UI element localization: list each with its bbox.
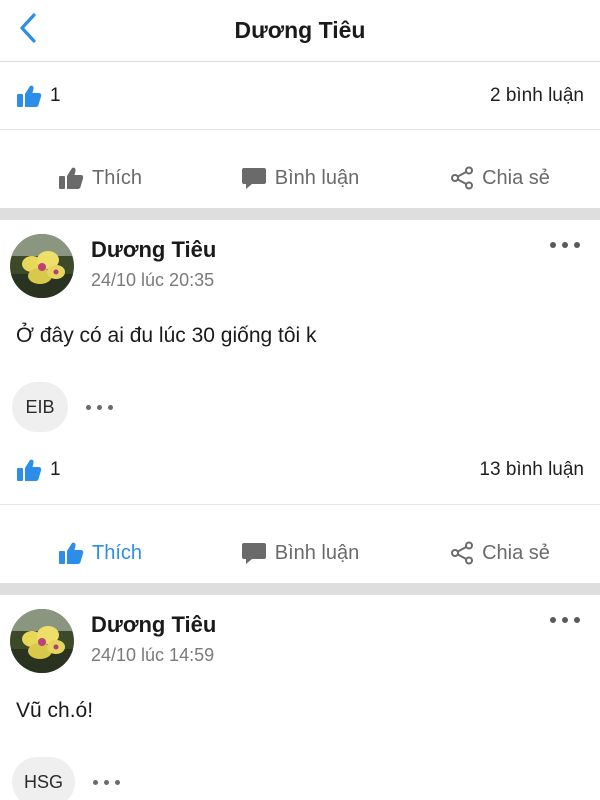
post-timestamp: 24/10 lúc 20:35 [91, 270, 215, 290]
comment-bubble-icon [241, 168, 266, 189]
more-dot-icon [93, 779, 99, 785]
more-dot-icon [97, 404, 102, 410]
back-button[interactable] [10, 10, 46, 46]
share-button[interactable]: Chia sẻ [400, 166, 600, 190]
chevron-left-icon [20, 13, 36, 43]
post-header: Dương Tiêu 24/10 lúc 20:35 [0, 220, 600, 312]
post-content: Vũ ch.ó! [16, 699, 94, 722]
author-info: Dương Tiêu 24/10 lúc 20:35 [91, 236, 216, 291]
post-content: Ở đây có ai đu lúc 30 giống tôi k [16, 324, 317, 347]
post-card: Dương Tiêu 24/10 lúc 14:59 Vũ ch.ó! HSG [0, 595, 600, 800]
like-count[interactable]: 1 [16, 458, 61, 482]
share-icon [451, 166, 474, 190]
share-label: Chia sẻ [482, 166, 550, 189]
share-button[interactable]: Chia sẻ [400, 541, 600, 565]
more-dot-icon [104, 779, 110, 785]
share-icon [451, 541, 474, 565]
post-timestamp: 24/10 lúc 14:59 [91, 645, 215, 665]
top-bar: Dương Tiêu [0, 0, 600, 62]
comment-count[interactable]: 13 bình luận [479, 459, 584, 481]
comment-button[interactable]: Bình luận [200, 166, 400, 190]
thumbs-up-icon [17, 459, 42, 481]
author-name[interactable]: Dương Tiêu [91, 236, 216, 264]
thumbs-up-icon [17, 85, 42, 107]
like-label: Thích [91, 541, 143, 564]
share-label: Chia sẻ [482, 541, 550, 564]
more-dot-icon [550, 242, 556, 248]
avatar[interactable] [10, 234, 74, 298]
more-options-button[interactable] [550, 242, 580, 248]
page-title: Dương Tiêu [234, 17, 366, 43]
post-card: Dương Tiêu 24/10 lúc 20:35 Ở đây có ai đ… [0, 220, 600, 583]
more-dot-icon [108, 404, 113, 410]
more-dot-icon [86, 404, 91, 410]
tags-more-button[interactable] [86, 404, 113, 410]
more-dot-icon [562, 242, 568, 248]
tags-more-button[interactable] [93, 779, 121, 785]
comment-label: Bình luận [274, 166, 360, 189]
comment-count[interactable]: 2 bình luận [490, 85, 584, 107]
avatar[interactable] [10, 609, 74, 673]
more-dot-icon [550, 617, 556, 623]
post-separator [0, 208, 600, 220]
action-bar: Thích Bình luận Chia sẻ [0, 148, 600, 208]
stock-tag[interactable]: EIB [12, 382, 68, 432]
stock-tag[interactable]: HSG [12, 757, 76, 800]
orchid-avatar-icon [10, 234, 74, 298]
author-info: Dương Tiêu 24/10 lúc 14:59 [91, 611, 216, 666]
stock-tags: HSG [0, 754, 600, 800]
comment-bubble-icon [241, 543, 266, 564]
action-bar: Thích Bình luận Chia sẻ [0, 523, 600, 583]
comment-label: Bình luận [274, 541, 360, 564]
post-separator [0, 583, 600, 595]
reaction-summary: 1 13 bình luận [0, 435, 600, 505]
more-dot-icon [562, 617, 568, 623]
thumbs-up-icon [58, 542, 84, 564]
like-button[interactable]: Thích [0, 166, 200, 190]
like-count[interactable]: 1 [16, 84, 61, 108]
like-count-value: 1 [50, 458, 61, 480]
reaction-summary: 1 2 bình luận [0, 62, 600, 130]
comment-button[interactable]: Bình luận [200, 541, 400, 565]
more-dot-icon [115, 779, 121, 785]
like-button[interactable]: Thích [0, 541, 200, 565]
more-options-button[interactable] [550, 617, 580, 623]
more-dot-icon [574, 242, 580, 248]
thumbs-up-icon [58, 167, 84, 189]
like-label: Thích [91, 166, 143, 189]
post-header: Dương Tiêu 24/10 lúc 14:59 [0, 595, 600, 687]
author-name[interactable]: Dương Tiêu [91, 611, 216, 639]
stock-tags: EIB [0, 379, 600, 435]
more-dot-icon [574, 617, 580, 623]
orchid-avatar-icon [10, 609, 74, 673]
like-count-value: 1 [50, 84, 61, 106]
